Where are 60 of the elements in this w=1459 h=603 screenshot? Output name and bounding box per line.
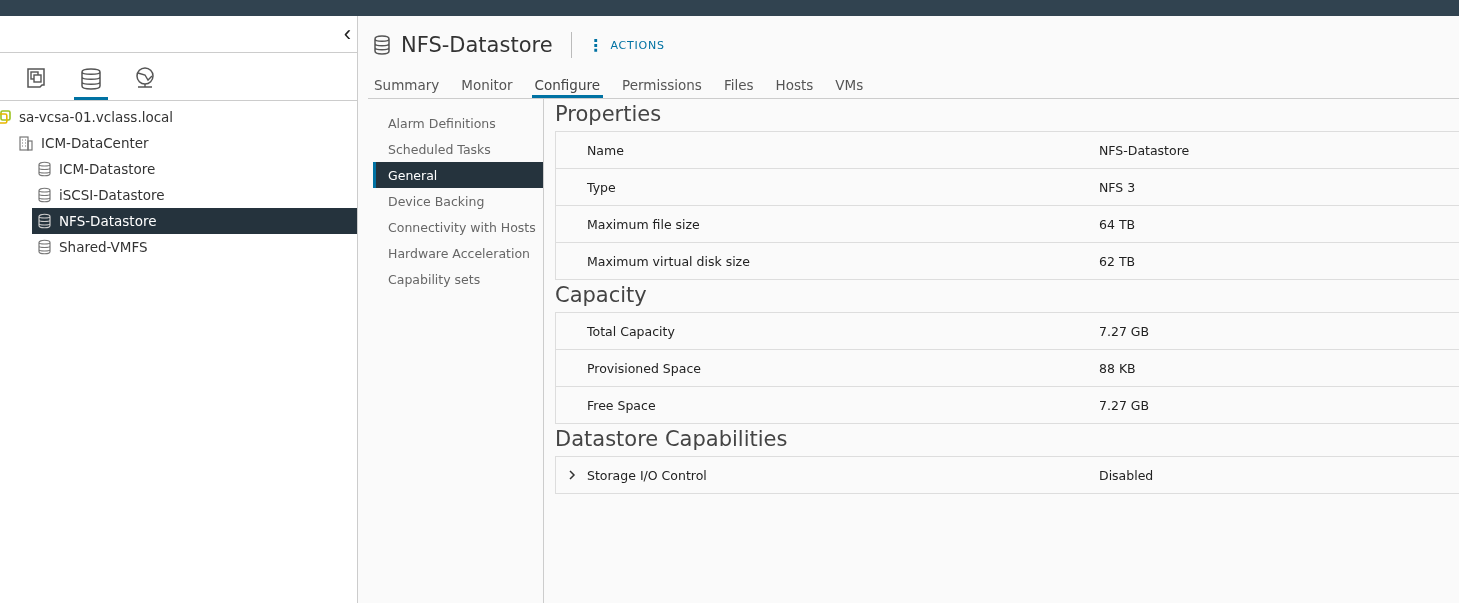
database-icon — [80, 67, 102, 91]
section-heading: Datastore Capabilities — [555, 426, 789, 453]
settings-nav-item[interactable]: Alarm Definitions — [373, 110, 543, 136]
database-icon — [38, 239, 51, 255]
datastore-title: NFS-Datastore — [401, 33, 553, 57]
tab[interactable]: Files — [720, 74, 757, 98]
tree-item-label: Shared-VMFS — [59, 239, 148, 255]
expand-chevron-icon[interactable] — [567, 470, 576, 480]
property-value: 64 TB — [1099, 216, 1136, 232]
property-label: Provisioned Space — [587, 360, 702, 376]
tab[interactable]: Permissions — [619, 74, 705, 98]
property-value: 62 TB — [1099, 253, 1136, 269]
tree-item[interactable]: ICM-Datastore — [0, 156, 357, 182]
settings-nav-item[interactable]: Scheduled Tasks — [373, 136, 543, 162]
property-value: 7.27 GB — [1099, 397, 1150, 413]
tree-item-label: iSCSI-Datastore — [59, 187, 165, 203]
property-label: Free Space — [587, 397, 657, 413]
settings-nav-item[interactable]: General — [373, 162, 543, 188]
window-stack-icon — [26, 67, 48, 89]
tree-item-label: ICM-DataCenter — [41, 135, 149, 151]
settings-nav-item[interactable]: Connectivity with Hosts — [373, 214, 543, 240]
database-icon — [38, 213, 51, 229]
property-value: 88 KB — [1099, 360, 1136, 376]
property-value: NFS-Datastore — [1099, 142, 1190, 158]
database-icon — [38, 187, 51, 203]
tree-item-label: ICM-Datastore — [59, 161, 156, 177]
database-icon — [38, 161, 51, 177]
storage-tab[interactable] — [74, 67, 108, 100]
section-heading: Capacity — [555, 282, 648, 309]
property-value: 7.27 GB — [1099, 323, 1150, 339]
building-icon — [19, 135, 33, 151]
tree-item[interactable]: Shared-VMFS — [0, 234, 357, 260]
settings-nav-item[interactable]: Capability sets — [373, 266, 543, 292]
database-icon — [373, 34, 391, 56]
property-label: Name — [587, 142, 625, 158]
settings-nav-item[interactable]: Device Backing — [373, 188, 543, 214]
section-heading: Properties — [555, 101, 663, 128]
property-value: Disabled — [1099, 467, 1154, 483]
property-label: Type — [587, 179, 617, 195]
tree-item[interactable]: NFS-Datastore — [32, 208, 357, 234]
actions-button[interactable]: ⋮ ACTIONS — [587, 35, 665, 55]
globe-icon — [134, 67, 156, 89]
property-label: Maximum file size — [587, 216, 701, 232]
settings-nav-item[interactable]: Hardware Acceleration — [373, 240, 543, 266]
tab[interactable]: Hosts — [772, 74, 817, 98]
tree-item[interactable]: iSCSI-Datastore — [0, 182, 357, 208]
tree-item-label: sa-vcsa-01.vclass.local — [19, 109, 174, 125]
vcenter-icon — [0, 110, 11, 124]
property-label: Total Capacity — [587, 323, 676, 339]
tab[interactable]: VMs — [832, 74, 867, 98]
tab[interactable]: Configure — [531, 74, 603, 98]
tab[interactable]: Summary — [371, 74, 443, 98]
property-label: Maximum virtual disk size — [587, 253, 751, 269]
tree-item[interactable]: ICM-DataCenter — [0, 130, 357, 156]
tab[interactable]: Monitor — [458, 74, 516, 98]
property-value: NFS 3 — [1099, 179, 1136, 195]
property-label: Storage I/O Control — [587, 467, 708, 483]
tree-item[interactable]: sa-vcsa-01.vclass.local — [0, 104, 357, 130]
collapse-button[interactable]: ‹ — [337, 23, 357, 45]
tree-item-label: NFS-Datastore — [59, 213, 157, 229]
